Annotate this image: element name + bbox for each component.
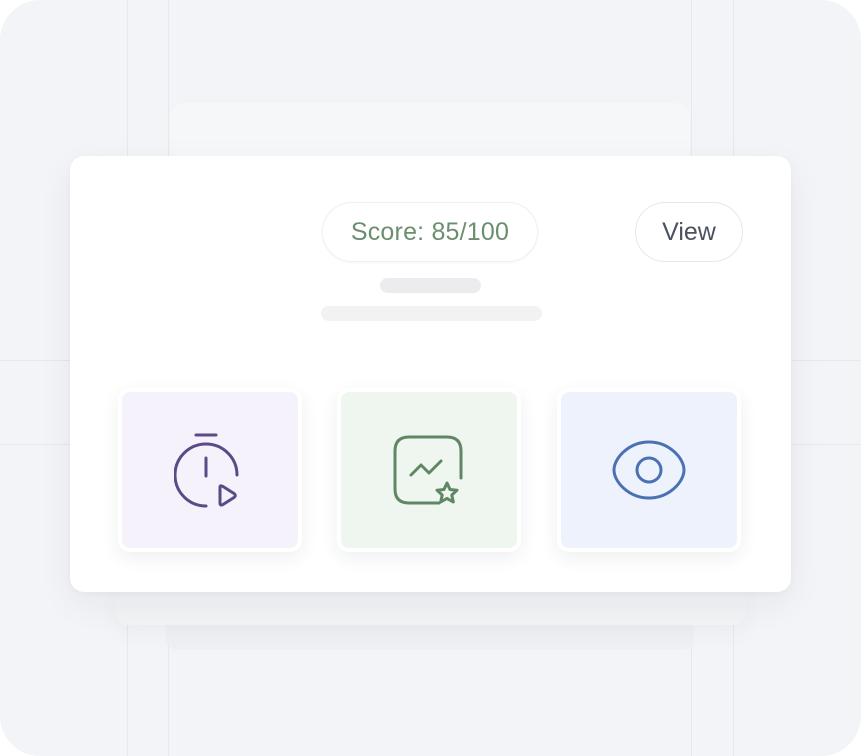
timer-tile[interactable]	[118, 388, 302, 552]
skeleton-title-line	[380, 278, 481, 293]
app-frame: Score: 85/100 View	[0, 0, 861, 756]
skeleton-subtitle-line	[321, 306, 542, 321]
chart-star-icon	[393, 435, 463, 505]
timer-play-icon	[174, 433, 239, 508]
eye-icon	[612, 440, 686, 500]
view-tile[interactable]	[557, 388, 741, 552]
view-button-label: View	[662, 217, 716, 246]
view-button[interactable]: View	[635, 202, 743, 262]
score-badge: Score: 85/100	[322, 202, 538, 262]
score-label: Score: 85/100	[350, 217, 510, 246]
chart-tile[interactable]	[337, 388, 521, 552]
